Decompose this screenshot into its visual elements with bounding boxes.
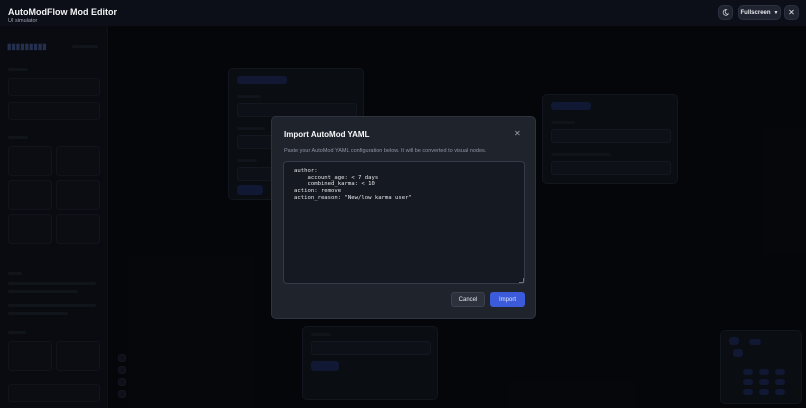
dialog-close-button[interactable]: ✕: [514, 129, 521, 138]
chevron-down-icon: ▼: [773, 9, 779, 16]
import-yaml-dialog: Import AutoMod YAML ✕ Paste your AutoMod…: [271, 116, 536, 319]
import-button[interactable]: Import: [490, 292, 525, 307]
title-bar: AutoModFlow Mod Editor UI simulator Full…: [0, 0, 806, 26]
moon-icon: [722, 9, 729, 16]
fullscreen-label: Fullscreen: [740, 9, 771, 16]
theme-toggle-button[interactable]: [718, 5, 733, 20]
resize-handle-icon[interactable]: [519, 278, 524, 283]
app-subtitle: UI simulator: [8, 18, 38, 24]
close-app-button[interactable]: ✕: [784, 5, 799, 20]
fullscreen-dropdown[interactable]: Fullscreen ▼: [738, 5, 781, 20]
dialog-title: Import AutoMod YAML: [284, 130, 370, 139]
close-icon: ✕: [788, 8, 795, 17]
dialog-description: Paste your AutoMod YAML configuration be…: [284, 148, 487, 154]
close-icon: ✕: [514, 129, 521, 138]
yaml-input[interactable]: author: account_age: < 7 days combined_k…: [283, 161, 525, 284]
cancel-button[interactable]: Cancel: [451, 292, 485, 307]
app-title: AutoModFlow Mod Editor: [8, 7, 117, 17]
